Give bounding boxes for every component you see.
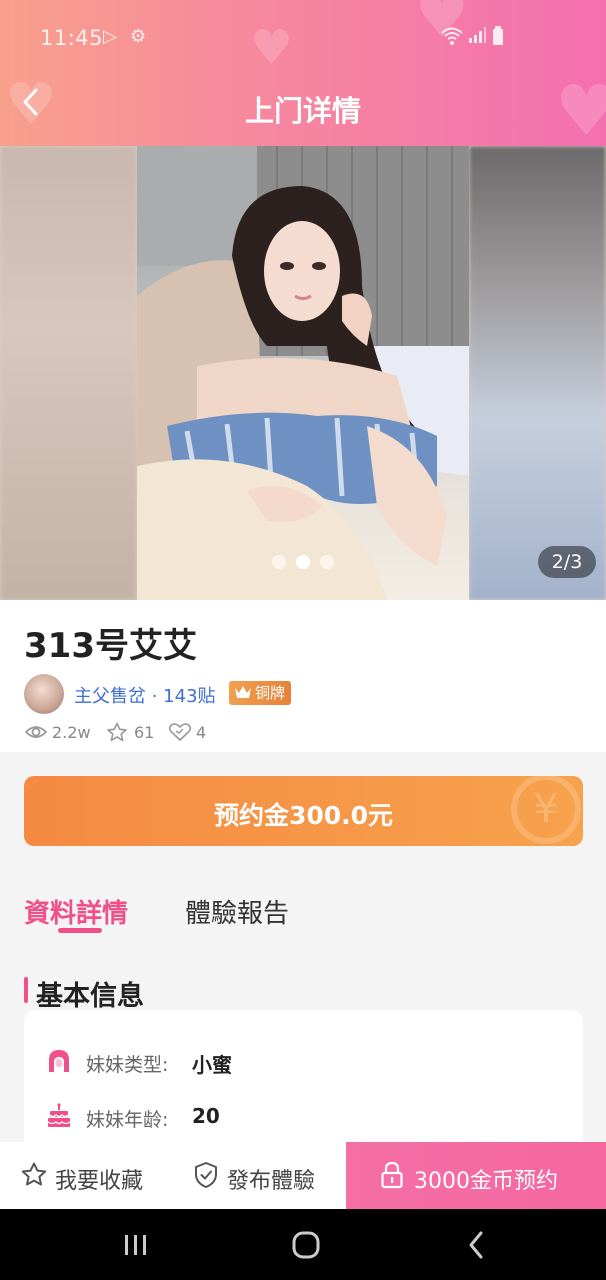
bottom-action-bar: 我要收藏 發布體驗 3000金币预约 xyxy=(0,1142,606,1209)
book-with-coins-label: 3000金币预约 xyxy=(414,1169,558,1194)
play-store-icon: ▷ xyxy=(103,26,117,47)
previous-photo-preview[interactable] xyxy=(0,146,137,600)
home-button[interactable] xyxy=(276,1209,336,1280)
status-bar: 11:45 ▷ ⚙ xyxy=(0,22,606,56)
recent-apps-button[interactable] xyxy=(106,1209,166,1280)
carousel-dot-active[interactable] xyxy=(296,555,310,569)
tab-profile-details[interactable]: 資料詳情 xyxy=(24,893,128,930)
basic-info-card: 妹妹类型: 小蜜 妹妹年龄: 20 xyxy=(24,1010,583,1160)
book-with-coins-button[interactable]: 3000金币预约 xyxy=(346,1142,606,1209)
section-title-basic-info: 基本信息 xyxy=(36,981,144,1012)
battery-icon xyxy=(492,26,504,51)
system-navigation-bar xyxy=(0,1209,606,1280)
info-value: 20 xyxy=(192,1104,220,1128)
heart-icon xyxy=(168,723,192,741)
star-icon xyxy=(107,722,127,742)
status-time: 11:45 xyxy=(40,26,104,50)
publish-experience-label: 發布體驗 xyxy=(227,1169,316,1194)
publish-experience-button[interactable]: 發布體驗 xyxy=(173,1142,346,1209)
signal-icon xyxy=(468,26,486,49)
favorites-count: 61 xyxy=(134,723,155,742)
info-value: 小蜜 xyxy=(192,1053,232,1077)
cake-icon xyxy=(47,1103,71,1127)
eye-icon xyxy=(24,726,48,738)
author-avatar[interactable] xyxy=(24,674,64,714)
active-tab-indicator xyxy=(58,928,102,933)
info-row-type: 妹妹类型: 小蜜 xyxy=(46,1046,566,1078)
favorite-button[interactable]: 我要收藏 xyxy=(0,1142,173,1209)
recent-apps-icon xyxy=(125,1235,146,1255)
settings-gear-icon: ⚙ xyxy=(130,26,147,47)
rank-badge: 铜牌 xyxy=(229,681,292,705)
portrait-photo-illustration xyxy=(137,146,469,600)
deposit-label: 预约金300.0元 xyxy=(213,801,394,830)
main-photo[interactable] xyxy=(137,146,469,600)
app-header: ♥ ♥ ♥ ♥ 11:45 ▷ ⚙ 上门详情 xyxy=(0,0,606,146)
author-link[interactable]: 主父售岔 · 143贴 xyxy=(74,682,216,708)
info-row-age: 妹妹年龄: 20 xyxy=(46,1101,566,1133)
profile-name: 313号艾艾 xyxy=(24,626,197,666)
favorite-label: 我要收藏 xyxy=(55,1169,144,1194)
carousel-dot[interactable] xyxy=(272,555,286,569)
star-outline-icon xyxy=(21,1162,47,1186)
girl-icon xyxy=(49,1050,69,1072)
home-icon xyxy=(292,1231,320,1259)
wifi-icon xyxy=(440,26,464,51)
rank-badge-label: 铜牌 xyxy=(255,684,286,702)
lock-icon xyxy=(381,1161,403,1189)
shield-check-icon xyxy=(195,1162,217,1188)
page-title: 上门详情 xyxy=(244,94,361,128)
system-back-button[interactable] xyxy=(446,1209,506,1280)
photo-carousel[interactable]: 2/3 xyxy=(0,146,606,600)
deposit-button[interactable]: ¥ 预约金300.0元 xyxy=(24,776,583,846)
next-photo-preview[interactable] xyxy=(469,146,606,600)
photo-counter: 2/3 xyxy=(538,546,596,578)
info-label: 妹妹类型: xyxy=(86,1054,169,1076)
info-label: 妹妹年龄: xyxy=(86,1109,169,1131)
back-arrow-icon xyxy=(469,1231,483,1259)
likes-count: 4 xyxy=(196,723,207,742)
carousel-indicator xyxy=(270,555,340,571)
tab-experience-reports[interactable]: 體驗報告 xyxy=(185,893,289,930)
crown-icon xyxy=(235,686,251,698)
views-count: 2.2w xyxy=(52,723,91,742)
profile-info: 313号艾艾 主父售岔 · 143贴 铜牌 2.2w 61 4 xyxy=(0,600,606,752)
carousel-dot[interactable] xyxy=(320,555,334,569)
